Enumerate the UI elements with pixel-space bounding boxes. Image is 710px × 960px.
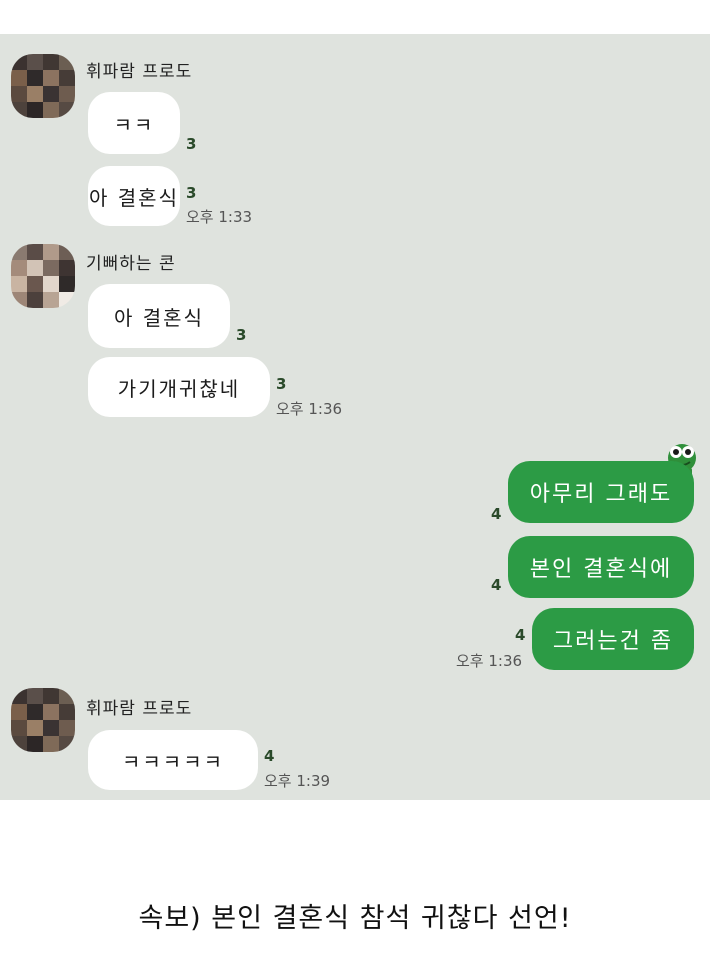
unread-count: 3 <box>186 184 197 202</box>
message-bubble[interactable]: ㅋㅋ <box>88 92 180 154</box>
unread-count: 3 <box>186 135 197 153</box>
timestamp: 오후 1:36 <box>456 652 523 670</box>
unread-count: 4 <box>491 576 502 594</box>
timestamp: 오후 1:39 <box>264 772 331 790</box>
sender-name: 휘파람 프로도 <box>86 62 193 82</box>
avatar[interactable] <box>11 54 75 118</box>
sender-name: 기뻐하는 콘 <box>86 254 176 274</box>
unread-count: 3 <box>236 326 247 344</box>
unread-count: 4 <box>491 505 502 523</box>
unread-count: 4 <box>264 747 275 765</box>
timestamp: 오후 1:36 <box>276 400 343 418</box>
unread-count: 4 <box>515 626 526 644</box>
sender-name: 휘파람 프로도 <box>86 699 193 719</box>
message-bubble[interactable]: ㅋㅋㅋㅋㅋ <box>88 730 258 790</box>
caption-text: 속보) 본인 결혼식 참석 귀찮다 선언! <box>138 903 572 934</box>
message-bubble[interactable]: 가기개귀찮네 <box>88 357 270 417</box>
chat-room: 휘파람 프로도 ㅋㅋ 3 아 결혼식 3 오후 1:33 기뻐하는 콘 아 결혼… <box>0 34 710 800</box>
my-message-bubble[interactable]: 그러는건 좀 <box>532 608 694 670</box>
avatar[interactable] <box>11 244 75 308</box>
message-bubble[interactable]: 아 결혼식 <box>88 284 230 348</box>
unread-count: 3 <box>276 375 287 393</box>
message-bubble[interactable]: 아 결혼식 <box>88 166 180 226</box>
timestamp: 오후 1:33 <box>186 208 253 226</box>
avatar[interactable] <box>11 688 75 752</box>
my-message-bubble[interactable]: 본인 결혼식에 <box>508 536 694 598</box>
my-message-bubble[interactable]: 아무리 그래도 <box>508 461 694 523</box>
